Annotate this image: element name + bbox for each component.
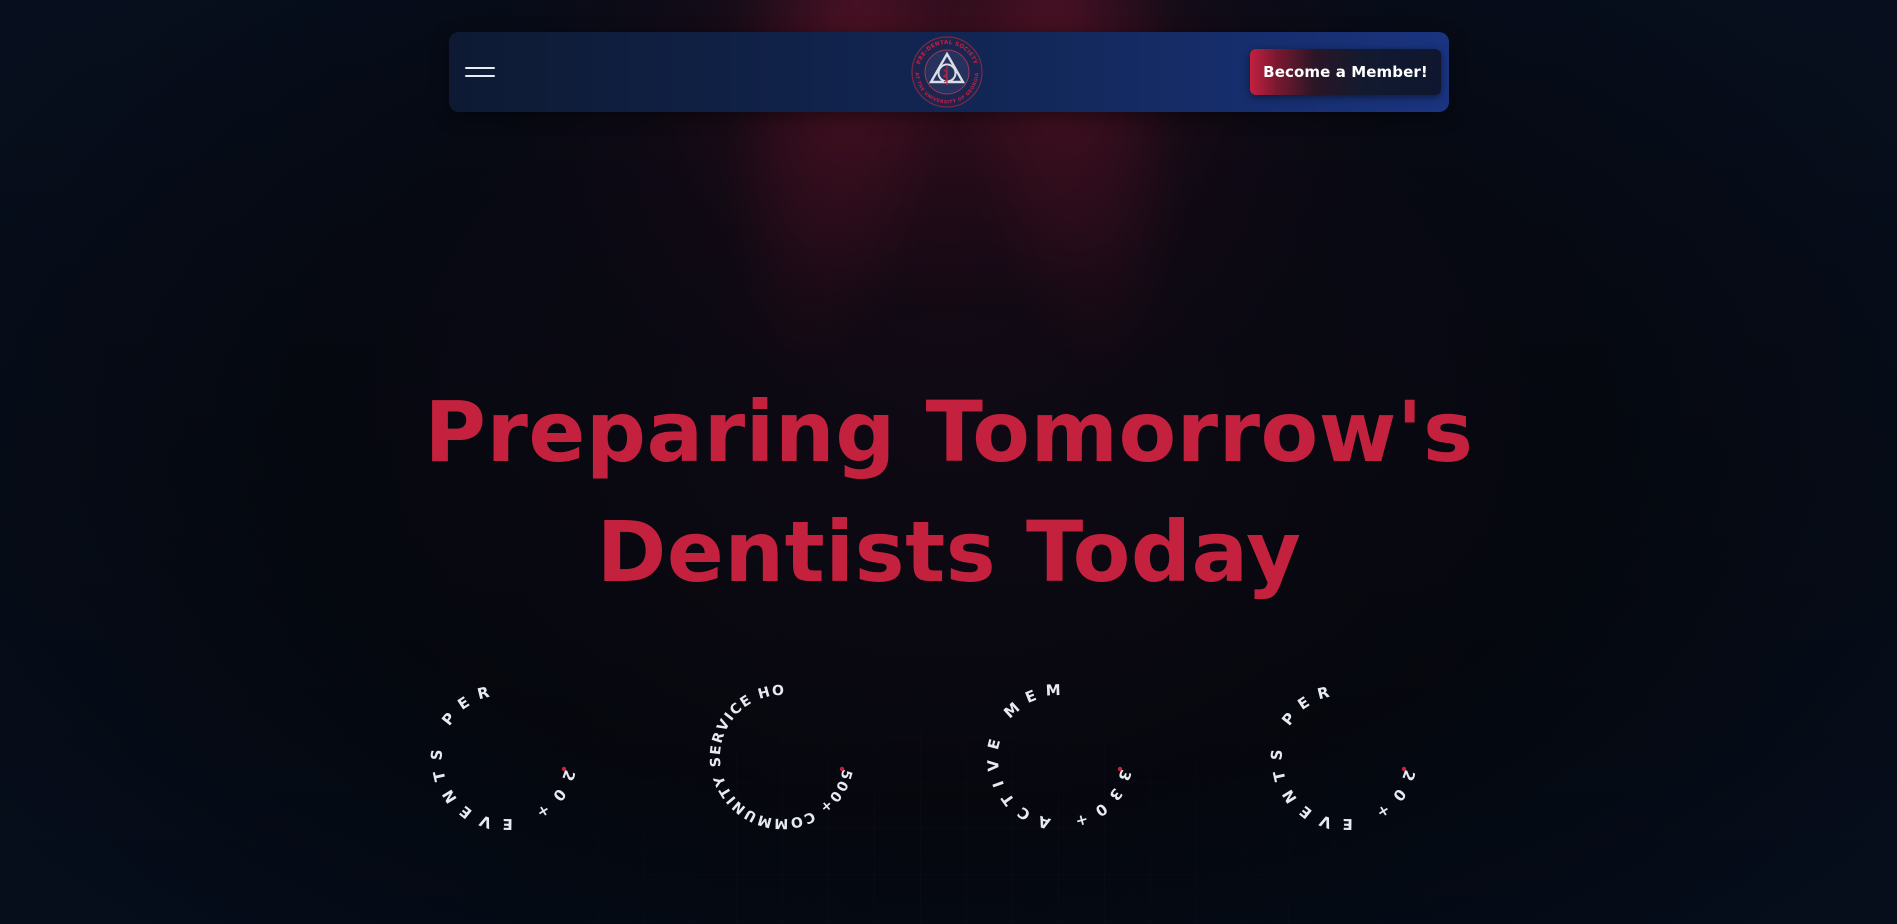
menu-line-bottom [465, 75, 495, 77]
stat-ring-text-4: 20+ EVENTS PER YEAR [1264, 677, 1419, 833]
stat-active-members: 330+ ACTIVE MEMBERS [980, 677, 1140, 837]
stat-ring-1: 20+ EVENTS PER YEAR [424, 677, 579, 833]
stat-events-per-year-2: 20+ EVENTS PER YEAR [1264, 677, 1424, 837]
stat-ring-4: 20+ EVENTS PER YEAR [1264, 677, 1419, 833]
become-member-button[interactable]: Become a Member! [1250, 49, 1441, 95]
hero-title-line2: Dentists Today [596, 503, 1302, 601]
stat-ring-3: 330+ ACTIVE MEMBERS [980, 677, 1135, 833]
stat-ring-dot-3 [1117, 766, 1123, 772]
hamburger-menu-icon[interactable] [463, 54, 499, 90]
stat-ring-text-1: 20+ EVENTS PER YEAR [424, 677, 579, 833]
navbar: PRE-DENTAL SOCIETY AT THE UNIVERSITY OF … [449, 32, 1449, 112]
stat-ring-text-3: 330+ ACTIVE MEMBERS [980, 677, 1135, 833]
stat-ring-2: 500+ COMMUNITY SERVICE HOURS [702, 677, 855, 831]
stat-ring-dot-1 [561, 766, 567, 772]
stat-community-service-hours: 500+ COMMUNITY SERVICE HOURS [702, 677, 862, 837]
society-logo[interactable]: PRE-DENTAL SOCIETY AT THE UNIVERSITY OF … [910, 35, 984, 109]
menu-line-top [465, 67, 495, 69]
stat-ring-dot-4 [1401, 766, 1407, 772]
hero-title-line1: Preparing Tomorrow's [424, 383, 1474, 481]
stat-ring-dot-2 [839, 766, 845, 772]
stat-ring-text-2: 500+ COMMUNITY SERVICE HOURS [702, 677, 855, 831]
page: PRE-DENTAL SOCIETY AT THE UNIVERSITY OF … [0, 0, 1897, 924]
stat-events-per-year: 20+ EVENTS PER YEAR [424, 677, 584, 837]
hero-title: Preparing Tomorrow's Dentists Today [349, 372, 1549, 612]
